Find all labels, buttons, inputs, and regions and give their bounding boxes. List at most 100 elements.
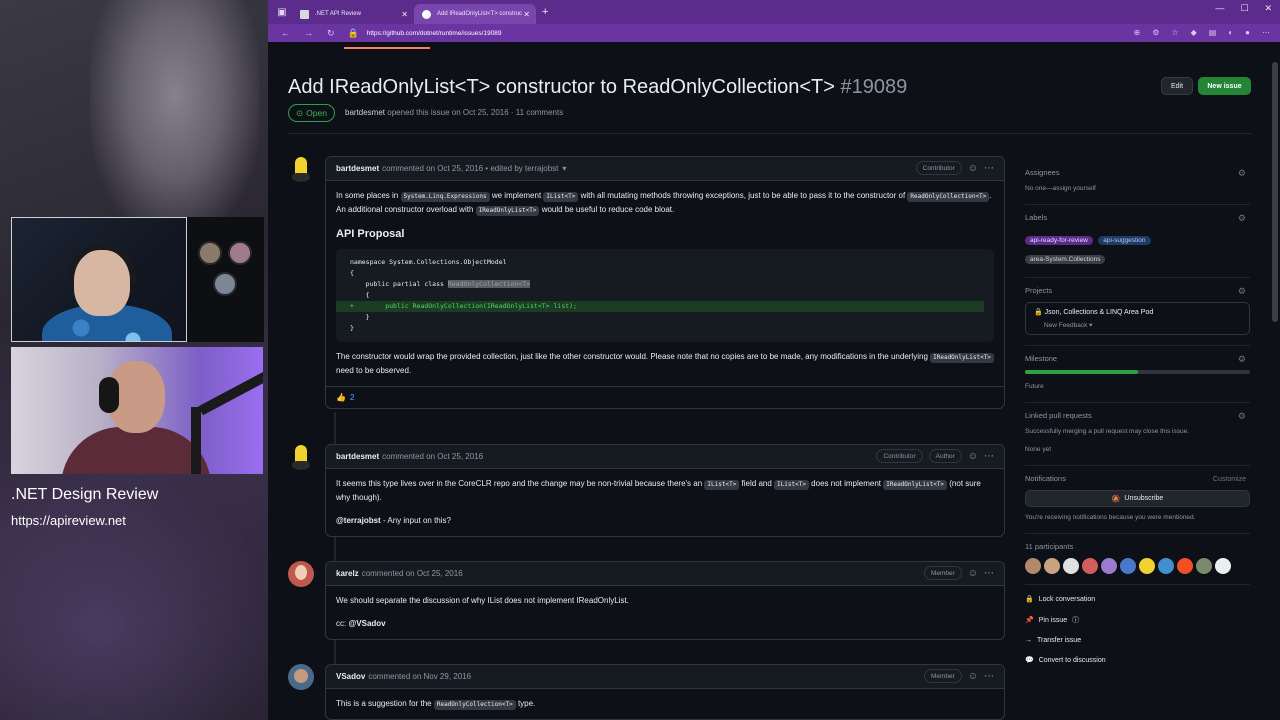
- milestone-name[interactable]: Future: [1025, 382, 1250, 392]
- issue-author-link[interactable]: bartdesmet: [345, 108, 385, 117]
- pin-issue-action[interactable]: 📌 Pin issue ⓘ: [1025, 615, 1250, 625]
- user-mention[interactable]: @VSadov: [348, 619, 385, 628]
- smiley-icon[interactable]: ☺: [968, 671, 978, 682]
- milestone-section: Milestone ⚙ Future: [1025, 346, 1250, 403]
- avatar[interactable]: [288, 156, 314, 182]
- avatar[interactable]: [288, 561, 314, 587]
- role-badge: Contributor: [876, 449, 923, 463]
- extension-icon[interactable]: ⚙: [1152, 28, 1159, 37]
- text: does not implement: [811, 479, 881, 488]
- participant-avatar[interactable]: [1044, 558, 1060, 574]
- gear-icon[interactable]: ⚙: [1238, 354, 1246, 365]
- extension-icon[interactable]: ◐: [1228, 28, 1233, 37]
- projects-section: Projects ⚙ 🔒 Json, Collections & LINQ Ar…: [1025, 278, 1250, 346]
- smiley-icon[interactable]: ☺: [968, 568, 978, 579]
- url-field[interactable]: https://github.com/dotnet/runtime/issues…: [367, 30, 502, 37]
- lock-conversation-action[interactable]: 🔒 Lock conversation: [1025, 595, 1250, 604]
- comment-timestamp[interactable]: commented on Oct 25, 2016 • edited by te…: [382, 164, 558, 173]
- kebab-menu-icon[interactable]: ⋯: [984, 671, 994, 682]
- close-window-icon[interactable]: ✕: [1264, 3, 1272, 14]
- tab-net-api-review[interactable]: .NET API Review ✕: [292, 4, 414, 24]
- close-tab-icon[interactable]: ✕: [401, 10, 408, 19]
- close-tab-icon[interactable]: ✕: [523, 10, 530, 19]
- window-menu-icon[interactable]: ▣: [275, 5, 289, 19]
- participant-avatar[interactable]: [1196, 558, 1212, 574]
- gear-icon[interactable]: ⚙: [1238, 411, 1246, 422]
- user-mention[interactable]: @terrajobst: [336, 516, 381, 525]
- edit-button[interactable]: Edit: [1161, 77, 1193, 95]
- new-issue-button[interactable]: New issue: [1198, 77, 1251, 95]
- new-tab-icon[interactable]: +: [542, 6, 548, 18]
- info-icon[interactable]: ⓘ: [1072, 615, 1079, 625]
- more-icon[interactable]: ⋯: [1262, 28, 1270, 37]
- comment-timestamp[interactable]: commented on Oct 25, 2016: [382, 452, 483, 461]
- convert-discussion-action[interactable]: 💬 Convert to discussion: [1025, 656, 1250, 665]
- role-badge: Author: [928, 449, 962, 463]
- customize-link[interactable]: Customize: [1213, 476, 1246, 483]
- participant-avatar[interactable]: [1025, 558, 1041, 574]
- assign-yourself-link[interactable]: No one—assign yourself: [1025, 184, 1250, 194]
- transfer-issue-action[interactable]: → Transfer issue: [1025, 637, 1250, 644]
- gear-icon[interactable]: ⚙: [1238, 168, 1246, 179]
- section-title: Assignees: [1025, 168, 1060, 177]
- participant-avatar[interactable]: [1101, 558, 1117, 574]
- comment-author[interactable]: bartdesmet: [336, 164, 379, 173]
- reload-icon[interactable]: ↻: [327, 28, 335, 39]
- avatar[interactable]: [288, 664, 314, 690]
- participant-avatar[interactable]: [1082, 558, 1098, 574]
- participant-avatar[interactable]: [1120, 558, 1136, 574]
- gear-icon[interactable]: ⚙: [1238, 213, 1246, 224]
- back-icon[interactable]: ←: [281, 28, 290, 38]
- participant-avatar[interactable]: [1215, 558, 1231, 574]
- reaction-count[interactable]: 2: [350, 393, 354, 402]
- linked-prs-empty: None yet: [1025, 446, 1052, 453]
- kebab-menu-icon[interactable]: ⋯: [984, 163, 994, 174]
- browser-window: ▣ .NET API Review ✕ Add IReadOnlyList<T>…: [268, 0, 1280, 720]
- participant-avatars: [1025, 558, 1250, 574]
- show-title: .NET Design Review: [11, 486, 159, 503]
- participant-avatar[interactable]: [1139, 558, 1155, 574]
- lock-icon[interactable]: 🔒: [348, 28, 359, 39]
- project-card[interactable]: 🔒 Json, Collections & LINQ Area Pod New …: [1025, 302, 1250, 335]
- favorite-icon[interactable]: ☆: [1171, 28, 1178, 37]
- smiley-icon[interactable]: ☺: [968, 163, 978, 174]
- participant-avatar[interactable]: [1063, 558, 1079, 574]
- profile-icon[interactable]: ●: [1245, 28, 1250, 37]
- zoom-icon[interactable]: ⊕: [1134, 28, 1141, 37]
- label-tag[interactable]: api-ready-for-review: [1025, 236, 1093, 245]
- comment-timestamp[interactable]: commented on Nov 29, 2016: [368, 672, 471, 681]
- gear-icon[interactable]: ⚙: [1238, 286, 1246, 297]
- chevron-down-icon[interactable]: ▾: [1089, 322, 1092, 329]
- comment-author[interactable]: karelz: [336, 569, 359, 578]
- comment-author[interactable]: bartdesmet: [336, 452, 379, 461]
- participant-avatar: [198, 241, 222, 265]
- thumbs-up-icon[interactable]: 👍: [336, 393, 346, 402]
- role-badge: Member: [923, 566, 962, 580]
- project-status[interactable]: New Feedback: [1044, 322, 1087, 329]
- comment-author[interactable]: VSadov: [336, 672, 365, 681]
- forward-icon[interactable]: →: [304, 28, 313, 38]
- smiley-icon[interactable]: ☺: [968, 451, 978, 462]
- maximize-icon[interactable]: ☐: [1240, 3, 1248, 14]
- kebab-menu-icon[interactable]: ⋯: [984, 451, 994, 462]
- section-heading: API Proposal: [336, 228, 405, 240]
- kebab-menu-icon[interactable]: ⋯: [984, 568, 994, 579]
- extension-icon[interactable]: ◆: [1191, 28, 1197, 37]
- label-tag[interactable]: api-suggestion: [1098, 236, 1151, 245]
- avatar[interactable]: [288, 444, 314, 470]
- github-icon: [422, 9, 431, 19]
- tab-label: .NET API Review: [315, 11, 361, 17]
- chevron-down-icon[interactable]: ▾: [562, 164, 566, 173]
- unsubscribe-button[interactable]: 🔕 Unsubscribe: [1025, 490, 1250, 507]
- scrollbar[interactable]: [1272, 62, 1278, 322]
- participant-avatar[interactable]: [1177, 558, 1193, 574]
- label-tag[interactable]: area-System.Collections: [1025, 255, 1106, 264]
- collections-icon[interactable]: ▤: [1209, 28, 1217, 37]
- selected-code: ReadOnlyCollection<T>: [447, 280, 531, 288]
- inline-code: IReadOnlyList<T>: [883, 480, 948, 490]
- minimize-icon[interactable]: —: [1215, 3, 1224, 14]
- webcam-participants-grid: [187, 217, 264, 342]
- comment-timestamp[interactable]: commented on Oct 25, 2016: [362, 569, 463, 578]
- tab-github-issue[interactable]: Add IReadOnlyList<T> construc ✕: [414, 4, 536, 24]
- participant-avatar[interactable]: [1158, 558, 1174, 574]
